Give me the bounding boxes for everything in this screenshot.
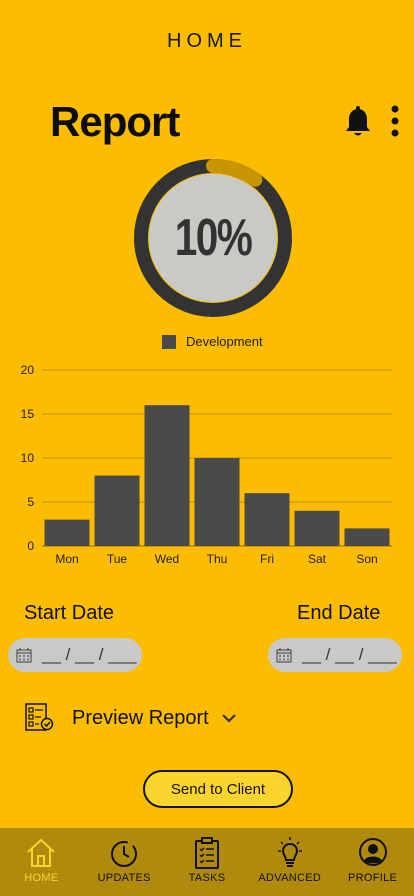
x-tick-label: Son [356, 552, 377, 566]
user-icon [358, 838, 387, 866]
calendar-icon [276, 648, 292, 663]
bar-chart: 0 5 10 15 20 Mon Tue Wed Thu Fri Sat Son [21, 363, 392, 566]
x-tick-label: Sat [308, 552, 327, 566]
report-title: Report [50, 98, 180, 145]
x-tick-label: Wed [155, 552, 179, 566]
lightbulb-icon [277, 837, 302, 867]
chart-bar [344, 528, 390, 546]
nav-item-profile[interactable]: PROFILE [331, 828, 414, 896]
chart-bar [194, 458, 240, 546]
chart-legend: Development [162, 334, 263, 349]
nav-item-home[interactable]: HOME [0, 828, 83, 896]
nav-label-updates: UPDATES [97, 872, 151, 884]
bell-icon[interactable] [343, 106, 373, 138]
home-icon [27, 838, 56, 867]
start-date-label: Start Date [24, 602, 115, 624]
y-tick-label: 20 [21, 363, 35, 377]
legend-swatch [162, 334, 176, 349]
start-date-field[interactable]: __ / __ / ___ [8, 638, 142, 672]
preview-report-label: Preview Report [72, 706, 209, 729]
end-date-field[interactable]: __ / __ / ___ [268, 638, 402, 672]
nav-label-advanced: ADVANCED [258, 872, 322, 884]
progress-percentage: 10% [174, 209, 253, 267]
y-tick-label: 0 [27, 539, 34, 553]
nav-item-tasks[interactable]: TASKS [166, 828, 249, 896]
end-date-value: __ / __ / ___ [302, 645, 397, 664]
nav-item-updates[interactable]: UPDATES [83, 828, 166, 896]
clock-icon [111, 841, 138, 867]
bottom-nav: HOME UPDATES TASKS ADVANCED PROFILE [0, 828, 414, 896]
more-options-icon[interactable] [386, 104, 404, 138]
nav-item-advanced[interactable]: ADVANCED [248, 828, 331, 896]
chart-bar [244, 493, 290, 546]
progress-ring: 10% [133, 158, 293, 318]
report-checklist-icon [25, 703, 54, 731]
x-tick-label: Mon [55, 552, 78, 566]
end-date-label: End Date [297, 602, 381, 624]
chevron-down-icon [221, 714, 236, 723]
start-date-value: __ / __ / ___ [42, 645, 137, 664]
chart-bar [44, 519, 90, 546]
nav-label-home: HOME [24, 872, 59, 884]
preview-report-toggle[interactable]: Preview Report [24, 702, 237, 734]
nav-label-profile: PROFILE [348, 872, 398, 884]
chart-bar [294, 510, 340, 546]
calendar-icon [16, 648, 32, 663]
send-to-client-button[interactable]: Send to Client [143, 770, 293, 808]
chart-bar [144, 405, 190, 546]
page-header-title: HOME [167, 30, 247, 52]
chart-bar [94, 475, 140, 546]
x-tick-label: Thu [207, 552, 228, 566]
x-tick-label: Tue [107, 552, 128, 566]
clipboard-icon [194, 837, 219, 869]
y-tick-label: 5 [27, 495, 34, 509]
nav-label-tasks: TASKS [188, 872, 226, 884]
y-tick-label: 15 [21, 407, 35, 421]
y-tick-label: 10 [21, 451, 35, 465]
x-tick-label: Fri [260, 552, 274, 566]
legend-label: Development [186, 334, 263, 349]
